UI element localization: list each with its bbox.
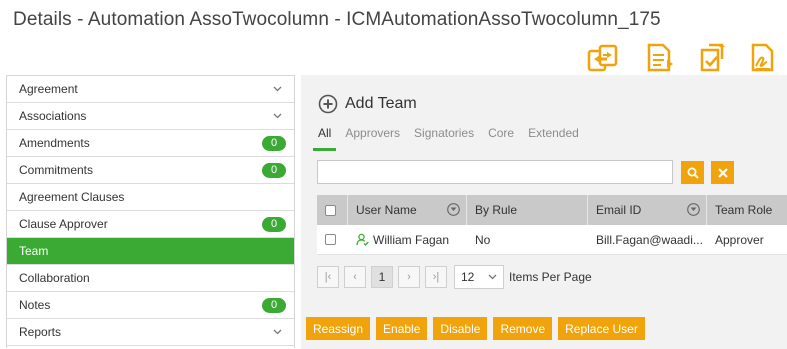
search-input[interactable]	[317, 160, 673, 184]
enable-button[interactable]: Enable	[376, 317, 428, 340]
document-share-icon[interactable]	[695, 42, 729, 74]
clear-search-button[interactable]	[711, 161, 734, 184]
column-header-team-role[interactable]: Team Role	[707, 195, 787, 225]
items-per-page-value: 12	[461, 270, 475, 284]
document-add-icon[interactable]	[643, 42, 677, 74]
search-icon	[687, 167, 699, 179]
team-role-cell: Approver	[715, 232, 764, 247]
count-badge: 0	[262, 216, 286, 232]
filter-icon[interactable]	[687, 203, 700, 216]
team-panel: Add Team All Approvers Signatories Core …	[301, 75, 787, 349]
chevron-down-icon	[272, 84, 282, 94]
column-header-label: Email ID	[596, 203, 642, 217]
sidebar-item-label: Team	[19, 244, 49, 258]
tab-bar: All Approvers Signatories Core Extended	[313, 126, 593, 151]
select-all-cell	[317, 195, 348, 225]
chevron-down-icon	[272, 327, 282, 337]
sidebar-item-notes[interactable]: Notes 0	[7, 292, 294, 319]
page-title: Details - Automation AssoTwocolumn - ICM…	[13, 9, 661, 30]
next-page-button[interactable]: ›	[398, 266, 420, 288]
count-badge: 0	[262, 297, 286, 313]
prev-page-button[interactable]: ‹	[344, 266, 366, 288]
pager: |‹ ‹ 1 › ›| 12 Items Per Page	[317, 265, 592, 289]
tab-all[interactable]: All	[313, 126, 337, 151]
chevron-down-icon	[487, 272, 497, 282]
column-header-email-id[interactable]: Email ID	[588, 195, 707, 225]
sidebar-item-label: Agreement Clauses	[19, 190, 125, 204]
transfer-icon[interactable]	[586, 42, 620, 74]
items-per-page-label: Items Per Page	[509, 270, 592, 284]
sidebar-item-collaboration[interactable]: Collaboration	[7, 265, 294, 292]
action-bar: Reassign Enable Disable Remove Replace U…	[306, 317, 651, 340]
tab-approvers[interactable]: Approvers	[345, 126, 400, 151]
email-cell: Bill.Fagan@waadi...	[596, 232, 703, 247]
sidebar-item-label: Associations	[19, 109, 87, 123]
sidebar-item-clause-approver[interactable]: Clause Approver 0	[7, 211, 294, 238]
tab-signatories[interactable]: Signatories	[414, 126, 474, 151]
user-icon	[356, 233, 369, 246]
tab-core[interactable]: Core	[488, 126, 514, 151]
sidebar-item-label: Amendments	[19, 136, 90, 150]
column-header-label: Team Role	[715, 203, 773, 217]
items-per-page-select[interactable]: 12	[454, 265, 504, 289]
sidebar-item-label: Agreement	[19, 82, 78, 96]
search-button[interactable]	[681, 161, 704, 184]
sidebar-item-commitments[interactable]: Commitments 0	[7, 157, 294, 184]
sidebar: Agreement Associations Amendments 0 Comm…	[6, 75, 295, 348]
plus-circle-icon	[318, 94, 338, 114]
last-page-button[interactable]: ›|	[425, 266, 447, 288]
document-signature-icon[interactable]	[745, 42, 779, 74]
table-row[interactable]: William Fagan No Bill.Fagan@waadi... App…	[317, 225, 787, 255]
column-header-by-rule[interactable]: By Rule	[467, 195, 588, 225]
row-checkbox[interactable]	[325, 234, 336, 245]
sidebar-item-agreement-clauses[interactable]: Agreement Clauses	[7, 184, 294, 211]
add-team-button[interactable]: Add Team	[318, 94, 417, 114]
sidebar-item-label: Collaboration	[19, 271, 90, 285]
select-all-checkbox[interactable]	[325, 204, 336, 216]
column-header-label: User Name	[356, 203, 417, 217]
current-page[interactable]: 1	[371, 266, 393, 288]
sidebar-item-reports[interactable]: Reports	[7, 319, 294, 346]
row-select-cell	[317, 225, 348, 254]
sidebar-item-agreement[interactable]: Agreement	[7, 76, 294, 103]
close-icon	[717, 167, 728, 178]
column-header-label: By Rule	[475, 203, 518, 217]
add-team-label: Add Team	[345, 95, 417, 112]
filter-icon[interactable]	[447, 203, 460, 216]
count-badge: 0	[262, 135, 286, 151]
column-header-user-name[interactable]: User Name	[348, 195, 467, 225]
reassign-button[interactable]: Reassign	[306, 317, 371, 340]
sidebar-item-team[interactable]: Team	[7, 238, 294, 265]
user-name-cell: William Fagan	[348, 225, 467, 254]
user-name[interactable]: William Fagan	[373, 233, 449, 247]
team-grid: User Name By Rule Email ID Team Role Wil…	[317, 195, 787, 255]
first-page-button[interactable]: |‹	[317, 266, 339, 288]
grid-header: User Name By Rule Email ID Team Role	[317, 195, 787, 225]
chevron-down-icon	[272, 111, 282, 121]
tab-extended[interactable]: Extended	[528, 126, 579, 151]
by-rule-cell: No	[475, 232, 491, 247]
sidebar-item-amendments[interactable]: Amendments 0	[7, 130, 294, 157]
toolbar	[580, 42, 780, 74]
sidebar-item-label: Reports	[19, 325, 62, 339]
sidebar-item-associations[interactable]: Associations	[7, 103, 294, 130]
remove-button[interactable]: Remove	[493, 317, 553, 340]
sidebar-item-label: Notes	[19, 298, 51, 312]
count-badge: 0	[262, 162, 286, 178]
sidebar-item-label: Commitments	[19, 163, 94, 177]
disable-button[interactable]: Disable	[433, 317, 488, 340]
replace-user-button[interactable]: Replace User	[558, 317, 645, 340]
sidebar-item-label: Clause Approver	[19, 217, 108, 231]
